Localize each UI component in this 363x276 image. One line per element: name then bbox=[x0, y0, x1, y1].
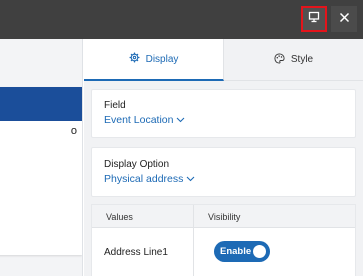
field-value: Event Location bbox=[104, 114, 174, 126]
canvas-preview-area: o bbox=[0, 39, 83, 276]
tab-display-label: Display bbox=[145, 53, 179, 65]
chevron-down-icon bbox=[186, 173, 195, 185]
preview-card-header bbox=[0, 87, 82, 121]
column-divider bbox=[193, 205, 194, 276]
display-option-label: Display Option bbox=[104, 159, 170, 170]
close-icon bbox=[339, 10, 350, 28]
monitor-icon bbox=[308, 10, 320, 28]
preview-card[interactable] bbox=[0, 87, 82, 255]
column-header-values: Values bbox=[106, 212, 133, 222]
palette-icon bbox=[274, 52, 285, 67]
table-header: Values Visibility bbox=[92, 205, 355, 228]
field-label: Field bbox=[104, 100, 126, 111]
display-option-value: Physical address bbox=[104, 173, 184, 185]
visibility-toggle[interactable]: Enable bbox=[214, 241, 270, 262]
gear-icon bbox=[129, 52, 140, 66]
device-preview-button[interactable] bbox=[301, 6, 327, 32]
visibility-table: Values Visibility Address Line1 Enable bbox=[91, 204, 356, 276]
field-dropdown[interactable]: Event Location bbox=[104, 114, 185, 126]
column-header-visibility: Visibility bbox=[208, 212, 241, 222]
chevron-down-icon bbox=[176, 114, 185, 126]
display-option-card: Display Option Physical address bbox=[91, 147, 356, 197]
preview-text-fragment: o bbox=[70, 125, 77, 137]
properties-panel: Display Style Field Event Location Displ… bbox=[84, 39, 363, 276]
tab-style-label: Style bbox=[290, 54, 314, 65]
toggle-knob bbox=[253, 245, 266, 258]
toggle-label: Enable bbox=[220, 246, 252, 257]
close-button[interactable] bbox=[331, 6, 357, 32]
panel-tabs: Display Style bbox=[84, 39, 363, 81]
display-option-dropdown[interactable]: Physical address bbox=[104, 173, 195, 185]
field-card: Field Event Location bbox=[91, 89, 356, 138]
tab-style[interactable]: Style bbox=[224, 39, 363, 81]
tab-display[interactable]: Display bbox=[84, 39, 224, 81]
top-toolbar bbox=[0, 0, 363, 39]
row-value-label: Address Line1 bbox=[104, 247, 168, 258]
